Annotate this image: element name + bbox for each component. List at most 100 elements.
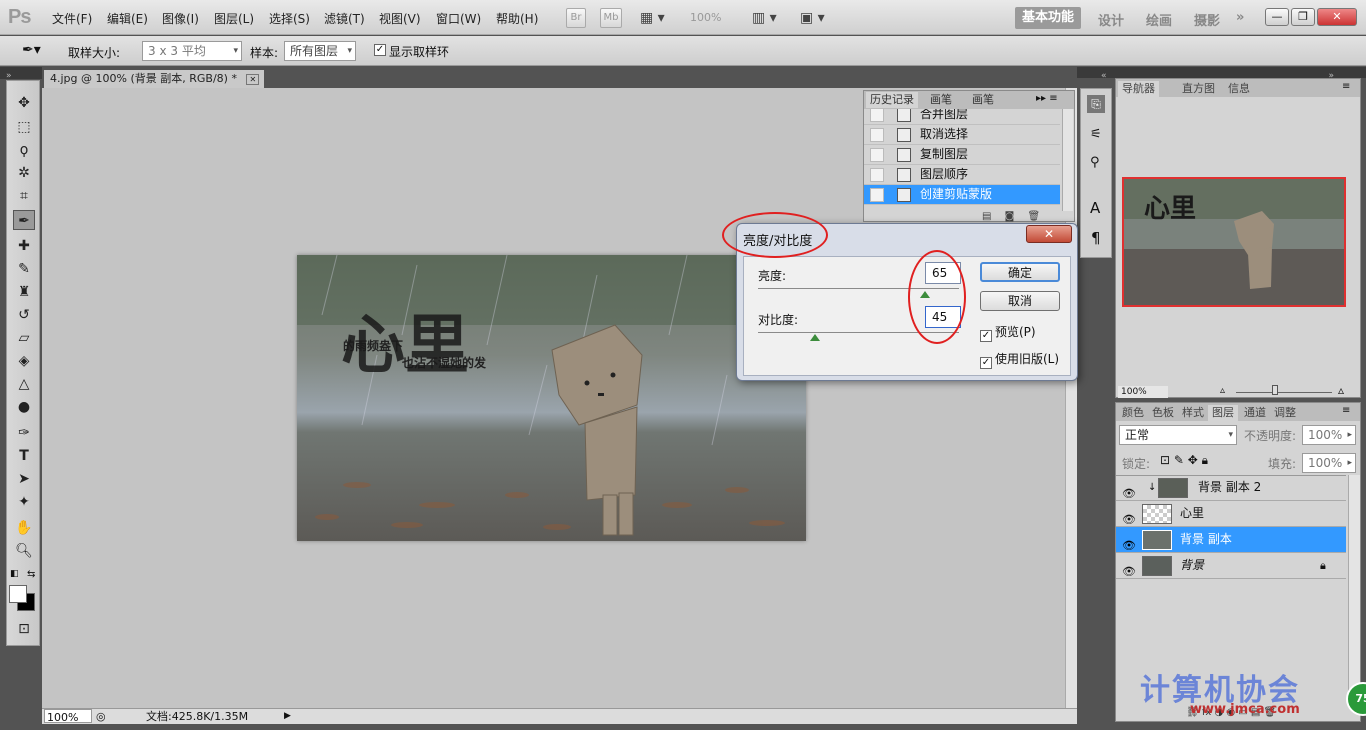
menu-edit[interactable]: 编辑(E) xyxy=(107,10,148,27)
blend-mode-select[interactable]: 正常 ▾ xyxy=(1119,425,1237,445)
panel-menu-icon[interactable]: ≡ xyxy=(1342,81,1350,92)
quick-select-tool-icon[interactable]: ✲ xyxy=(13,163,35,183)
collapse-icon[interactable]: « xyxy=(1101,71,1107,81)
status-zoom[interactable]: 100% xyxy=(44,709,92,724)
default-colors-icon[interactable]: ◧ xyxy=(10,569,19,579)
history-source-checkbox[interactable] xyxy=(870,168,884,182)
fill-input[interactable]: 100% ▸ xyxy=(1302,453,1356,473)
tab-adjustments[interactable]: 调整 xyxy=(1270,405,1300,421)
type-tool-icon[interactable]: T xyxy=(13,446,35,466)
sample-select[interactable]: 所有图层 ▾ xyxy=(284,41,356,61)
tab-swatches[interactable]: 色板 xyxy=(1148,405,1178,421)
eyedropper-preset-icon[interactable]: ✒▾ xyxy=(22,42,41,58)
history-source-checkbox[interactable] xyxy=(870,148,884,162)
tab-channels[interactable]: 通道 xyxy=(1240,405,1270,421)
foreground-color-swatch[interactable] xyxy=(9,585,27,603)
tab-info[interactable]: 信息 xyxy=(1224,81,1254,97)
layers-scrollbar[interactable] xyxy=(1348,475,1360,705)
menu-file[interactable]: 文件(F) xyxy=(52,10,92,27)
navigator-zoom-thumb[interactable] xyxy=(1272,385,1278,395)
paragraph-panel-icon[interactable]: ¶ xyxy=(1091,229,1101,247)
history-panel-icon[interactable]: ⎘ xyxy=(1087,95,1105,113)
restore-button[interactable]: ❐ xyxy=(1291,8,1315,26)
close-window-button[interactable]: ✕ xyxy=(1317,8,1357,26)
opacity-input[interactable]: 100% ▸ xyxy=(1302,425,1356,445)
menu-layer[interactable]: 图层(L) xyxy=(214,10,254,27)
zoom-tool-icon[interactable]: 🔍︎ xyxy=(13,541,35,561)
swap-colors-icon[interactable]: ⇆ xyxy=(27,569,35,580)
workspace-more[interactable]: » xyxy=(1236,10,1244,25)
tab-brush-presets[interactable]: 画笔预设 xyxy=(926,92,966,108)
preview-checkbox[interactable]: ✓ 预览(P) xyxy=(980,323,1036,342)
workspace-design[interactable]: 设计 xyxy=(1098,10,1124,29)
character-panel-icon[interactable]: A xyxy=(1090,199,1100,217)
document-image[interactable]: 的雨频盎下 也沾不湿她的发 心里 xyxy=(297,255,806,541)
history-source-checkbox[interactable] xyxy=(870,188,884,202)
eyedropper-tool-icon[interactable]: ✒ xyxy=(13,210,35,230)
crop-tool-icon[interactable]: ⌗ xyxy=(13,186,35,206)
eye-icon[interactable]: 👁︎ xyxy=(1122,559,1136,584)
history-source-checkbox[interactable] xyxy=(870,109,884,122)
zoom-out-icon[interactable]: ▵ xyxy=(1220,385,1225,396)
quick-mask-icon[interactable]: ⊡ xyxy=(13,619,35,639)
lock-icons[interactable]: ⊡ ✎ ✥ 🔒︎ xyxy=(1160,453,1208,468)
move-tool-icon[interactable]: ✥ xyxy=(13,93,35,113)
path-selection-tool-icon[interactable]: ➤ xyxy=(13,469,35,489)
layer-row[interactable]: 👁︎ 背景 🔒︎ xyxy=(1116,553,1346,579)
layer-row[interactable]: 👁︎ 心里 xyxy=(1116,501,1346,527)
panel-menu-icon[interactable]: ≡ xyxy=(1342,405,1350,416)
arrange-documents-icon[interactable]: ▥ ▾ xyxy=(752,10,777,26)
history-source-checkbox[interactable] xyxy=(870,128,884,142)
status-doc-info[interactable]: 文档:425.8K/1.35M xyxy=(146,709,248,724)
layer-row-selected[interactable]: 👁︎ 背景 副本 xyxy=(1116,527,1346,553)
menu-image[interactable]: 图像(I) xyxy=(162,10,199,27)
workspace-essentials[interactable]: 基本功能 xyxy=(1015,7,1081,29)
panel-menu-icon[interactable]: ▸▸ ≡ xyxy=(1036,93,1058,104)
brush-tool-icon[interactable]: ✎ xyxy=(13,259,35,279)
healing-brush-tool-icon[interactable]: ✚ xyxy=(13,236,35,256)
sample-size-select[interactable]: 3 x 3 平均 ▾ xyxy=(142,41,242,61)
menu-select[interactable]: 选择(S) xyxy=(269,10,310,27)
ok-button[interactable]: 确定 xyxy=(980,262,1060,282)
tab-color[interactable]: 颜色 xyxy=(1118,405,1148,421)
tab-history[interactable]: 历史记录 xyxy=(866,92,918,108)
show-ring-checkbox[interactable]: ✓ xyxy=(374,44,386,56)
navigator-zoom-slider[interactable] xyxy=(1236,392,1332,393)
minimize-button[interactable]: — xyxy=(1265,8,1289,26)
eraser-tool-icon[interactable]: ▱ xyxy=(13,328,35,348)
tab-brush[interactable]: 画笔 xyxy=(968,92,998,108)
dialog-close-button[interactable]: ✕ xyxy=(1026,225,1072,243)
mini-bridge-button[interactable]: Mb xyxy=(600,8,622,28)
zoom-level[interactable]: 100% xyxy=(690,11,721,24)
history-item-selected[interactable]: 创建剪贴蒙版 xyxy=(864,185,1060,205)
workspace-painting[interactable]: 绘画 xyxy=(1146,10,1172,29)
history-item[interactable]: 合并图层 xyxy=(864,109,1060,125)
blur-tool-icon[interactable]: △ xyxy=(13,374,35,394)
history-footer-icons[interactable]: ▤ ◙ 🗑︎ xyxy=(982,207,1040,222)
bridge-button[interactable]: Br xyxy=(566,8,586,28)
dodge-tool-icon[interactable]: ● xyxy=(13,397,35,417)
screen-mode-icon[interactable]: ▣ ▾ xyxy=(800,10,825,26)
menu-window[interactable]: 窗口(W) xyxy=(436,10,481,27)
hand-tool-icon[interactable]: ✋ xyxy=(13,518,35,538)
navigator-zoom-field[interactable]: 100% xyxy=(1118,386,1168,398)
zoom-in-icon[interactable]: ▵ xyxy=(1338,383,1344,397)
status-menu-arrow-icon[interactable]: ▶ xyxy=(284,709,291,724)
navigator-thumbnail[interactable]: 心里 xyxy=(1122,177,1346,307)
history-item[interactable]: 图层顺序 xyxy=(864,165,1060,185)
brush-presets-icon[interactable]: ⚟ xyxy=(1090,127,1102,142)
close-icon[interactable]: ✕ xyxy=(246,74,260,85)
history-scrollbar[interactable] xyxy=(1062,109,1073,211)
menu-filter[interactable]: 滤镜(T) xyxy=(324,10,365,27)
history-brush-tool-icon[interactable]: ↺ xyxy=(13,305,35,325)
document-tab[interactable]: 4.jpg @ 100% (背景 副本, RGB/8) * ✕ xyxy=(44,70,264,88)
tab-styles[interactable]: 样式 xyxy=(1178,405,1208,421)
tab-layers[interactable]: 图层 xyxy=(1208,405,1238,421)
clone-source-icon[interactable]: ⚲ xyxy=(1090,155,1100,170)
menu-help[interactable]: 帮助(H) xyxy=(496,10,538,27)
paint-bucket-tool-icon[interactable]: ◈ xyxy=(13,351,35,371)
tab-histogram[interactable]: 直方图 xyxy=(1178,81,1219,97)
shape-tool-icon[interactable]: ✦ xyxy=(13,492,35,512)
cancel-button[interactable]: 取消 xyxy=(980,291,1060,311)
legacy-checkbox[interactable]: ✓ 使用旧版(L) xyxy=(980,350,1059,369)
